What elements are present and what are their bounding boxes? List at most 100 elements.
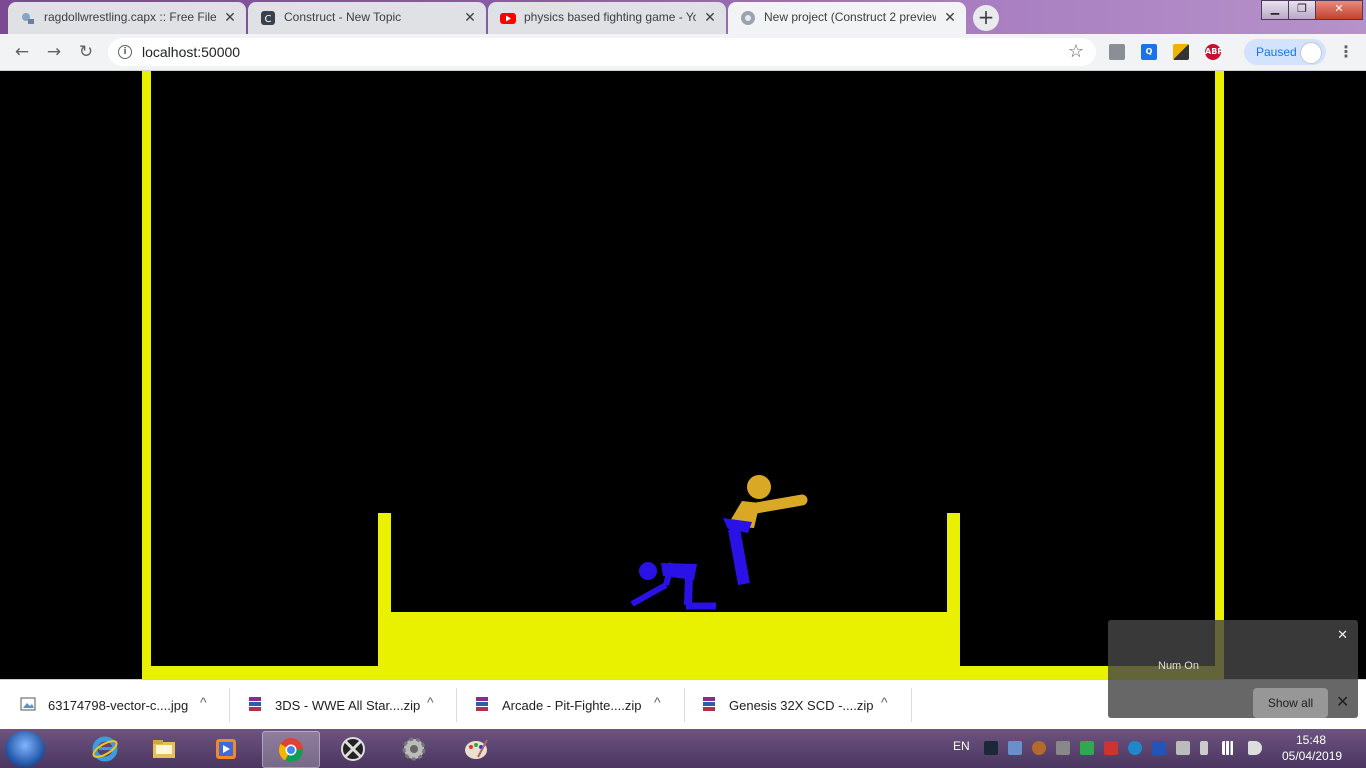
- profile-status: Paused: [1256, 45, 1297, 59]
- crossed-circle-icon: [341, 737, 365, 761]
- network-tray-icon[interactable]: [1128, 741, 1142, 755]
- action-center-icon[interactable]: [1176, 741, 1190, 755]
- notification-close-icon[interactable]: ✕: [1337, 628, 1348, 643]
- download-filename: 3DS - WWE All Star....zip: [275, 698, 421, 713]
- address-bar[interactable]: i localhost:50000 ☆: [108, 38, 1096, 66]
- info-icon[interactable]: i: [118, 45, 132, 59]
- tab-construct-new-topic[interactable]: C Construct - New Topic ✕: [248, 2, 486, 34]
- maximize-button[interactable]: ❐: [1288, 0, 1316, 20]
- tab-youtube[interactable]: physics based fighting game - YouTube ✕: [488, 2, 726, 34]
- youtube-icon: [500, 13, 516, 24]
- app-tray-icon[interactable]: [1032, 741, 1046, 755]
- download-item[interactable]: 63174798-vector-c....jpg ^: [0, 680, 228, 730]
- tab-title: New project (Construct 2 preview): [764, 10, 936, 24]
- taskbar-file-explorer[interactable]: [136, 731, 192, 766]
- tab-close-icon[interactable]: ✕: [702, 9, 718, 25]
- taskbar-chrome[interactable]: [262, 731, 320, 768]
- gold-fighter: [723, 475, 808, 586]
- window-close-button[interactable]: ✕: [1315, 0, 1363, 20]
- start-button[interactable]: [5, 731, 45, 767]
- bluetooth-icon[interactable]: [1152, 741, 1166, 755]
- download-item[interactable]: Genesis 32X SCD -....zip ^: [681, 680, 909, 730]
- media-player-icon: [216, 739, 236, 759]
- chevron-up-icon[interactable]: ^: [654, 694, 661, 710]
- tab-ragdollwrestling[interactable]: ragdollwrestling.capx :: Free File Hosti…: [8, 2, 246, 34]
- extension-search-icon[interactable]: Q: [1141, 44, 1157, 60]
- browser-tab-strip: ragdollwrestling.capx :: Free File Hosti…: [0, 0, 1366, 34]
- notification-text: Num On: [1158, 660, 1199, 672]
- clock-time[interactable]: 15:48: [1296, 733, 1326, 747]
- download-item[interactable]: Arcade - Pit-Fighte....zip ^: [454, 680, 682, 730]
- tab-close-icon[interactable]: ✕: [462, 9, 478, 25]
- taskbar-app[interactable]: [325, 731, 381, 766]
- tools-tray-icon[interactable]: [1104, 741, 1118, 755]
- paint-palette-icon: [465, 739, 488, 759]
- adblock-icon[interactable]: ABP: [1205, 44, 1223, 60]
- battery-icon[interactable]: [1200, 741, 1208, 755]
- gold-fighter-arm: [750, 494, 808, 514]
- taskbar-settings[interactable]: [386, 731, 442, 766]
- tab-close-icon[interactable]: ✕: [222, 9, 238, 25]
- taskbar-paint[interactable]: [448, 731, 504, 766]
- signal-strength-icon[interactable]: [1222, 741, 1236, 755]
- clock-date[interactable]: 05/04/2019: [1282, 749, 1342, 763]
- chevron-up-icon[interactable]: ^: [881, 694, 888, 710]
- steam-tray-icon[interactable]: [984, 741, 998, 755]
- minimize-button[interactable]: ▁: [1261, 0, 1289, 20]
- taskbar-media-player[interactable]: [198, 731, 254, 766]
- blue-fighter-forearm: [630, 582, 668, 607]
- taskbar-internet-explorer[interactable]: [77, 731, 133, 766]
- back-button[interactable]: ←: [12, 42, 32, 62]
- folder-icon: [153, 740, 175, 758]
- chevron-up-icon[interactable]: ^: [427, 694, 434, 710]
- windows-taskbar: EN 15:48 05/04/2019: [0, 729, 1366, 768]
- bookmark-star-icon[interactable]: ☆: [1068, 41, 1084, 62]
- gold-fighter-head: [747, 475, 771, 499]
- svg-text:C: C: [265, 14, 272, 25]
- extension-puzzle-icon[interactable]: [1173, 44, 1189, 60]
- download-filename: Genesis 32X SCD -....zip: [729, 698, 874, 713]
- show-all-downloads-button[interactable]: Show all: [1253, 688, 1328, 718]
- shield-tray-icon[interactable]: [1008, 741, 1022, 755]
- avatar: [1300, 42, 1322, 64]
- construct-icon: C: [261, 11, 275, 25]
- divider: [911, 688, 912, 722]
- gold-fighter-leg: [728, 527, 750, 586]
- tab-construct-preview[interactable]: New project (Construct 2 preview) ✕: [728, 2, 966, 34]
- download-filename: Arcade - Pit-Fighte....zip: [502, 698, 642, 713]
- url-text: localhost:50000: [142, 44, 241, 60]
- construct-preview-icon: [741, 11, 755, 25]
- reload-button[interactable]: ↻: [76, 42, 96, 62]
- volume-icon[interactable]: [1248, 741, 1262, 755]
- winrar-icon: [476, 697, 488, 711]
- extension-generic-icon[interactable]: [1109, 44, 1125, 60]
- chevron-up-icon[interactable]: ^: [200, 694, 207, 710]
- profile-button[interactable]: Paused: [1244, 39, 1326, 65]
- browser-toolbar: ← → ↻ i localhost:50000 ☆ Q ABP Paused ⋮: [0, 34, 1366, 71]
- image-file-icon: [20, 697, 36, 711]
- winrar-icon: [703, 697, 715, 711]
- internet-explorer-icon: [92, 736, 118, 762]
- new-tab-button[interactable]: +: [973, 5, 999, 31]
- check-tray-icon[interactable]: [1080, 741, 1094, 755]
- menu-icon[interactable]: ⋮: [1338, 42, 1354, 61]
- tab-title: Construct - New Topic: [284, 10, 402, 24]
- language-indicator[interactable]: EN: [953, 739, 970, 753]
- tab-title: physics based fighting game - YouTube: [524, 10, 696, 24]
- download-filename: 63174798-vector-c....jpg: [48, 698, 189, 713]
- winrar-icon: [249, 697, 261, 711]
- blue-fighter-thigh: [684, 575, 693, 606]
- display-tray-icon[interactable]: [1056, 741, 1070, 755]
- blue-fighter: [630, 562, 716, 610]
- tab-title: ragdollwrestling.capx :: Free File Hosti…: [44, 10, 216, 24]
- game-canvas[interactable]: [0, 71, 1366, 679]
- download-item[interactable]: 3DS - WWE All Star....zip ^: [227, 680, 455, 730]
- blue-fighter-head: [639, 562, 657, 580]
- gear-icon: [402, 737, 426, 761]
- file-host-icon: [22, 13, 34, 24]
- tab-close-icon[interactable]: ✕: [942, 9, 958, 25]
- download-bar-close-icon[interactable]: ✕: [1336, 692, 1349, 711]
- fighters-layer: [630, 475, 808, 610]
- chrome-icon: [278, 738, 303, 763]
- forward-button[interactable]: →: [44, 42, 64, 62]
